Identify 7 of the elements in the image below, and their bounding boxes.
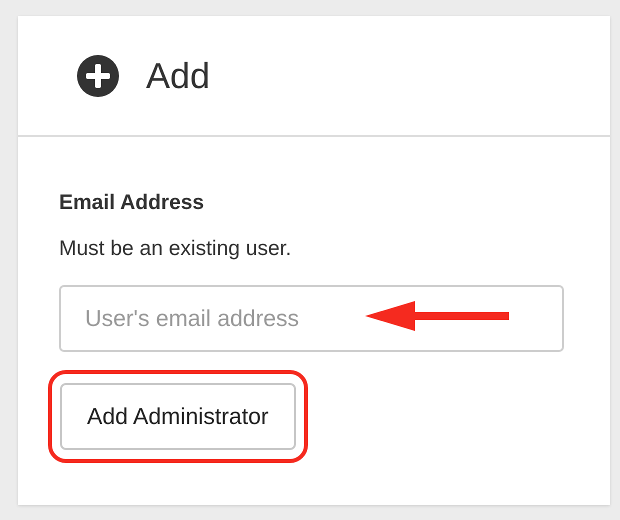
add-administrator-button[interactable]: Add Administrator bbox=[60, 383, 296, 450]
plus-circle-icon bbox=[77, 54, 119, 96]
field-label: Email Address bbox=[59, 191, 206, 215]
field-help-text: Must be an existing user. bbox=[59, 237, 292, 261]
arrow-icon bbox=[365, 301, 509, 331]
panel-title: Add bbox=[146, 54, 210, 96]
email-input-field[interactable]: User's email address bbox=[59, 285, 564, 352]
